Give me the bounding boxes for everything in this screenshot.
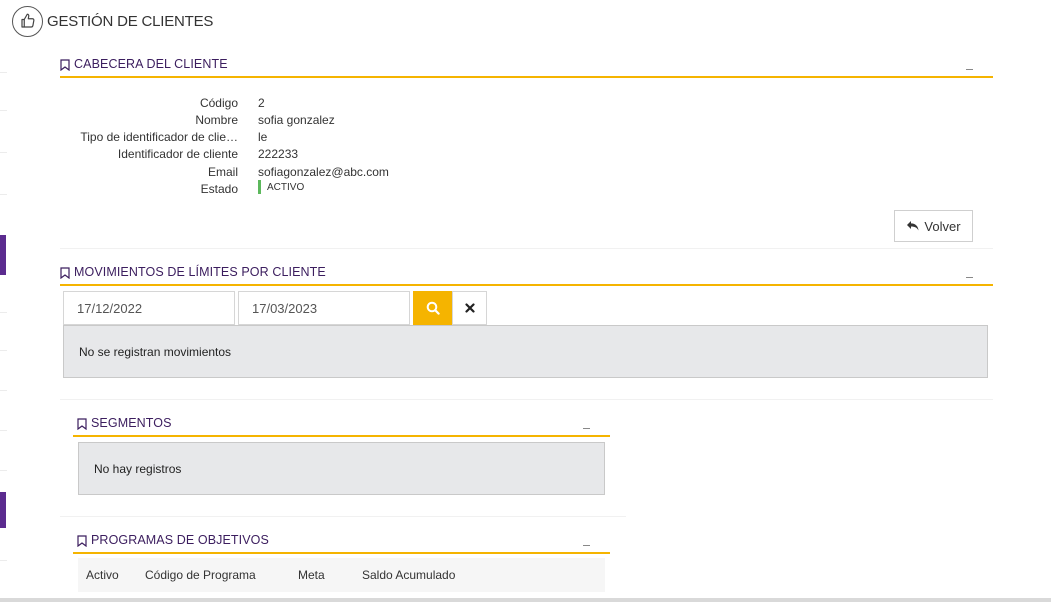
field-label: Nombre <box>195 112 238 127</box>
field-row-estado: Estado ACTIVO <box>60 180 460 197</box>
programas-table-header: Activo Código de Programa Meta Saldo Acu… <box>78 558 605 592</box>
field-value: sofiagonzalez@abc.com <box>258 164 389 179</box>
divider <box>60 399 993 400</box>
section-header-segmentos: SEGMENTOS <box>73 415 610 437</box>
column-header-codigo-programa[interactable]: Código de Programa <box>145 568 256 582</box>
collapse-button[interactable] <box>583 545 590 546</box>
column-header-saldo-acumulado[interactable]: Saldo Acumulado <box>362 568 455 582</box>
field-value: 2 <box>258 95 265 110</box>
collapse-button[interactable] <box>966 277 973 278</box>
segmentos-empty-state: No hay registros <box>78 442 605 495</box>
field-row-tipo-identificador: Tipo de identificador de clie… le <box>60 128 460 145</box>
close-icon <box>464 303 475 313</box>
page-title: GESTIÓN DE CLIENTES <box>47 12 214 30</box>
back-button-label: Volver <box>924 218 961 234</box>
date-from-input[interactable] <box>63 291 235 325</box>
horizontal-scrollbar[interactable] <box>0 598 1051 602</box>
field-label: Tipo de identificador de clie… <box>80 129 238 144</box>
collapse-button[interactable] <box>966 69 973 70</box>
sidebar-edge <box>0 0 8 602</box>
empty-message: No se registran movimientos <box>79 344 232 359</box>
column-header-meta[interactable]: Meta <box>298 568 325 582</box>
column-header-activo[interactable]: Activo <box>86 568 119 582</box>
field-row-email: Email sofiagonzalez@abc.com <box>60 163 460 180</box>
thumbs-up-icon <box>12 5 43 37</box>
section-header-programas: PROGRAMAS DE OBJETIVOS <box>73 532 610 554</box>
reply-arrow-icon <box>907 221 919 231</box>
status-text: ACTIVO <box>267 181 305 193</box>
field-value: sofia gonzalez <box>258 112 335 127</box>
divider <box>60 516 626 517</box>
divider <box>60 248 993 249</box>
sidebar-active-marker[interactable] <box>0 235 6 275</box>
section-header-cabecera: CABECERA DEL CLIENTE <box>60 56 993 78</box>
collapse-button[interactable] <box>583 428 590 429</box>
bookmark-icon <box>60 267 70 279</box>
page-header: GESTIÓN DE CLIENTES <box>12 5 213 37</box>
field-label: Código <box>199 95 238 110</box>
sidebar-active-marker-secondary[interactable] <box>0 492 6 528</box>
empty-message: No hay registros <box>94 461 182 476</box>
search-button[interactable] <box>413 291 452 325</box>
bookmark-icon <box>77 418 87 430</box>
search-icon <box>426 301 440 315</box>
bookmark-icon <box>60 59 70 71</box>
section-title: CABECERA DEL CLIENTE <box>74 57 228 71</box>
field-row-nombre: Nombre sofia gonzalez <box>60 111 460 128</box>
field-value: 222233 <box>258 146 299 161</box>
bookmark-icon <box>77 535 87 547</box>
section-title: SEGMENTOS <box>91 416 172 430</box>
movimientos-empty-state: No se registran movimientos <box>63 325 988 378</box>
clear-filter-button[interactable] <box>452 291 487 325</box>
field-label: Estado <box>200 181 238 196</box>
back-button[interactable]: Volver <box>894 210 973 242</box>
field-label: Email <box>207 164 238 179</box>
date-to-input[interactable] <box>238 291 410 325</box>
section-header-movimientos: MOVIMIENTOS DE LÍMITES POR CLIENTE <box>60 264 993 286</box>
field-value: le <box>258 129 268 144</box>
field-label: Identificador de cliente <box>117 146 238 161</box>
field-row-codigo: Código 2 <box>60 94 460 111</box>
section-title: PROGRAMAS DE OBJETIVOS <box>91 533 269 547</box>
field-row-identificador: Identificador de cliente 222233 <box>60 145 460 162</box>
status-badge: ACTIVO <box>258 180 304 197</box>
section-title: MOVIMIENTOS DE LÍMITES POR CLIENTE <box>74 265 326 279</box>
